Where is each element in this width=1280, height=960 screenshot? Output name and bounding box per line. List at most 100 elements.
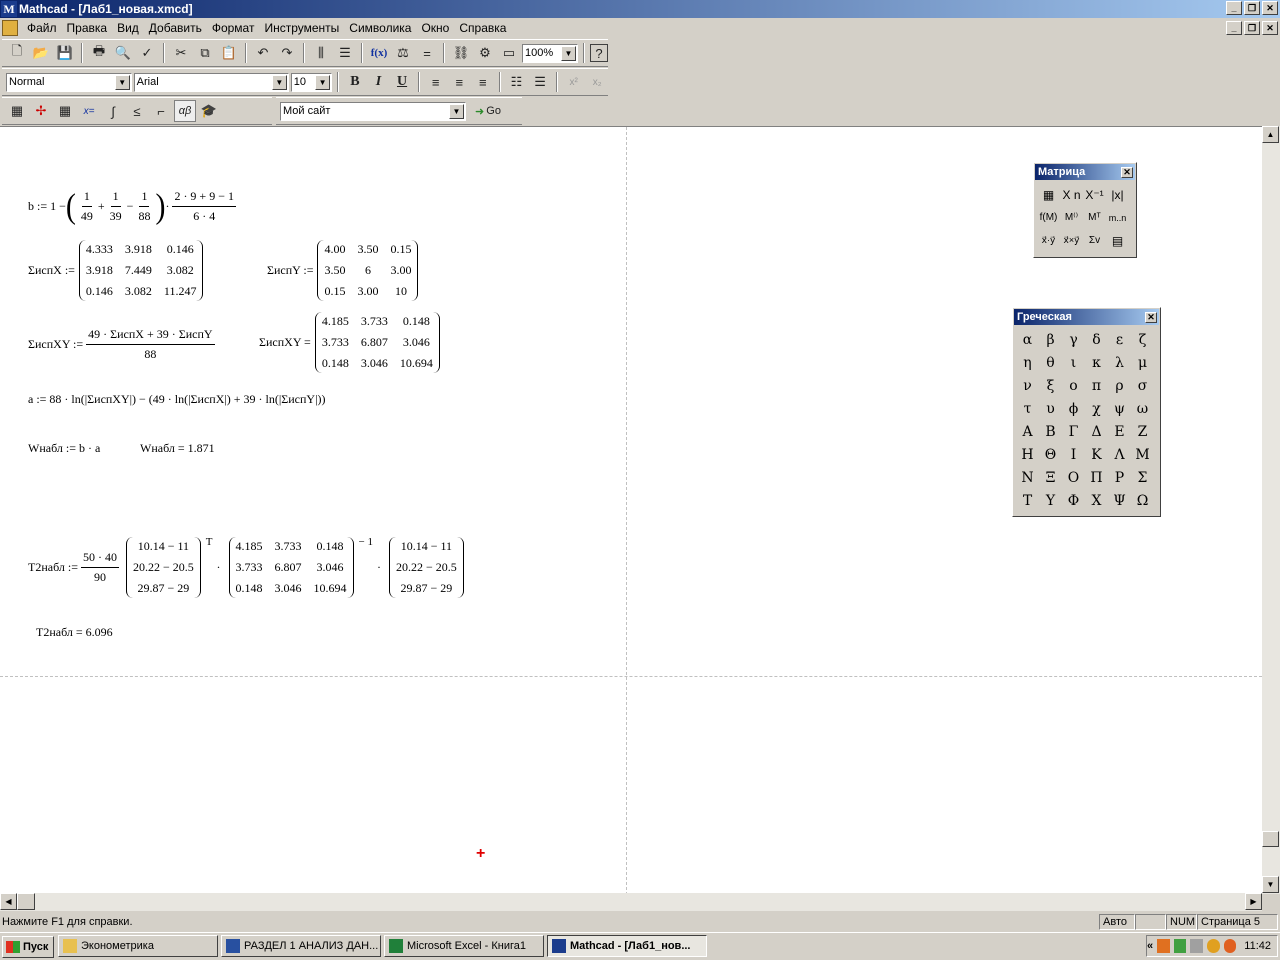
transpose-icon[interactable]: Mᵀ: [1083, 206, 1106, 229]
chevron-down-icon[interactable]: ▼: [271, 74, 287, 90]
insert-hyperlink-icon[interactable]: ⛓: [450, 42, 472, 64]
matrix-insert-icon[interactable]: ▦: [1037, 183, 1060, 206]
greek-letter-button[interactable]: ο: [1062, 374, 1085, 397]
greek-letter-button[interactable]: σ: [1131, 374, 1154, 397]
resource-center-icon[interactable]: ▭: [498, 42, 520, 64]
menu-view[interactable]: Вид: [112, 21, 144, 35]
align-down-icon[interactable]: ☰: [334, 42, 356, 64]
redo-icon[interactable]: ↷: [276, 42, 298, 64]
greek-letter-button[interactable]: Β: [1039, 420, 1062, 443]
vector-sum-icon[interactable]: Σv: [1083, 229, 1106, 252]
task-econometrics[interactable]: Эконометрика: [58, 935, 218, 957]
range-variable-icon[interactable]: m..n: [1106, 206, 1129, 229]
align-right-icon[interactable]: ≡: [472, 71, 494, 93]
greek-letter-button[interactable]: ν: [1016, 374, 1039, 397]
chevron-down-icon[interactable]: ▼: [561, 45, 576, 61]
t2-definition[interactable]: T2набл := 50 · 40 90 10.14 − 11 20.22 − 20…: [28, 536, 468, 598]
greek-letter-button[interactable]: ϕ: [1062, 397, 1085, 420]
greek-letter-button[interactable]: θ: [1039, 351, 1062, 374]
evaluation-button[interactable]: x=: [78, 100, 100, 122]
greek-letter-button[interactable]: ψ: [1108, 397, 1131, 420]
document-icon[interactable]: [2, 20, 18, 36]
tray-device-icon[interactable]: [1190, 939, 1204, 953]
menu-file[interactable]: Файл: [22, 21, 62, 35]
undo-icon[interactable]: ↶: [252, 42, 274, 64]
greek-letter-button[interactable]: π: [1085, 374, 1108, 397]
matrix-subscript-icon[interactable]: X n: [1060, 183, 1083, 206]
greek-letter-button[interactable]: ξ: [1039, 374, 1062, 397]
vectorize-icon[interactable]: f(M): [1037, 206, 1060, 229]
greek-letter-button[interactable]: Ζ: [1131, 420, 1154, 443]
greek-letter-button[interactable]: Θ: [1039, 443, 1062, 466]
greek-letter-button[interactable]: Ε: [1108, 420, 1131, 443]
w-result[interactable]: Wнабл = 1.871: [140, 441, 215, 456]
greek-letter-button[interactable]: δ: [1085, 328, 1108, 351]
print-preview-icon[interactable]: 🔍: [112, 42, 134, 64]
greek-letter-button[interactable]: α: [1016, 328, 1039, 351]
greek-letter-button[interactable]: Φ: [1062, 489, 1085, 512]
new-icon[interactable]: 🗋: [6, 42, 28, 64]
calculus-icon[interactable]: ∫: [102, 100, 124, 122]
greek-letter-button[interactable]: ε: [1108, 328, 1131, 351]
picture-icon[interactable]: ▤: [1106, 229, 1129, 252]
greek-letter-button[interactable]: ζ: [1131, 328, 1154, 351]
greek-letter-button[interactable]: Ι: [1062, 443, 1085, 466]
font-size-select[interactable]: 10 ▼: [290, 72, 333, 92]
chevron-down-icon[interactable]: ▼: [449, 103, 464, 119]
cut-icon[interactable]: ✂: [170, 42, 192, 64]
menu-insert[interactable]: Добавить: [144, 21, 207, 35]
start-button[interactable]: Пуск: [2, 935, 54, 958]
calculate-icon[interactable]: =: [416, 42, 438, 64]
dot-product-icon[interactable]: x⃗·y⃗: [1037, 229, 1060, 252]
scroll-right-icon[interactable]: ▶: [1245, 893, 1262, 910]
greek-letter-button[interactable]: Μ: [1131, 443, 1154, 466]
superscript-button[interactable]: x²: [563, 71, 585, 93]
font-select[interactable]: Arial ▼: [133, 72, 289, 92]
matrix-palette[interactable]: Матрица ✕ ▦ X n X⁻¹ |x| f(M) M⁽⁾ Mᵀ m..n …: [1033, 162, 1137, 258]
spellcheck-icon[interactable]: ✓: [136, 42, 158, 64]
determinant-icon[interactable]: |x|: [1106, 183, 1129, 206]
task-word[interactable]: РАЗДЕЛ 1 АНАЛИЗ ДАН...: [221, 935, 381, 957]
greek-letter-button[interactable]: μ: [1131, 351, 1154, 374]
greek-palette[interactable]: Греческая ✕ αβγδεζηθικλμνξοπρστυϕχψωΑΒΓΔΕ…: [1012, 307, 1161, 517]
matrix-column-icon[interactable]: M⁽⁾: [1060, 206, 1083, 229]
italic-button[interactable]: I: [368, 71, 390, 93]
insert-function-button[interactable]: f(x): [368, 42, 390, 64]
go-button[interactable]: ➜ Go: [468, 100, 508, 122]
greek-letter-button[interactable]: λ: [1108, 351, 1131, 374]
tray-expand-icon[interactable]: «: [1147, 940, 1153, 952]
close-icon[interactable]: ✕: [1145, 311, 1157, 323]
greek-letter-button[interactable]: Κ: [1085, 443, 1108, 466]
greek-letter-button[interactable]: τ: [1016, 397, 1039, 420]
greek-letter-button[interactable]: ω: [1131, 397, 1154, 420]
close-button[interactable]: ✕: [1262, 1, 1278, 15]
sum-y-definition[interactable]: ΣиспY := 4.00 3.50 0.15 3.50 6 3.00 0.15 3.00…: [267, 240, 422, 301]
align-left-icon[interactable]: ≡: [425, 71, 447, 93]
restore-button[interactable]: ❐: [1244, 1, 1260, 15]
zoom-select[interactable]: 100% ▼: [522, 43, 578, 63]
greek-letter-button[interactable]: Ρ: [1108, 466, 1131, 489]
greek-letter-button[interactable]: Σ: [1131, 466, 1154, 489]
tray-app-icon[interactable]: [1157, 939, 1170, 953]
copy-icon[interactable]: ⧉: [194, 42, 216, 64]
greek-letter-button[interactable]: Τ: [1016, 489, 1039, 512]
greek-letter-button[interactable]: Ω: [1131, 489, 1154, 512]
greek-letter-button[interactable]: χ: [1085, 397, 1108, 420]
scroll-down-icon[interactable]: ▼: [1262, 876, 1279, 893]
scroll-left-icon[interactable]: ◀: [0, 893, 17, 910]
horizontal-scrollbar[interactable]: ◀ ▶: [0, 893, 1262, 911]
greek-letter-button[interactable]: Α: [1016, 420, 1039, 443]
paste-icon[interactable]: 📋: [218, 42, 240, 64]
greek-letter-button[interactable]: β: [1039, 328, 1062, 351]
subscript-button[interactable]: x₂: [586, 71, 608, 93]
programming-icon[interactable]: ⌐: [150, 100, 172, 122]
greek-letter-button[interactable]: η: [1016, 351, 1039, 374]
numbering-icon[interactable]: ☰: [529, 71, 551, 93]
greek-letter-button[interactable]: ι: [1062, 351, 1085, 374]
menu-edit[interactable]: Правка: [62, 21, 113, 35]
graph-icon[interactable]: ✢: [30, 100, 52, 122]
doc-minimize-button[interactable]: _: [1226, 21, 1242, 35]
align-center-icon[interactable]: ≡: [448, 71, 470, 93]
antivirus-icon[interactable]: [1223, 939, 1237, 953]
menu-window[interactable]: Окно: [416, 21, 454, 35]
